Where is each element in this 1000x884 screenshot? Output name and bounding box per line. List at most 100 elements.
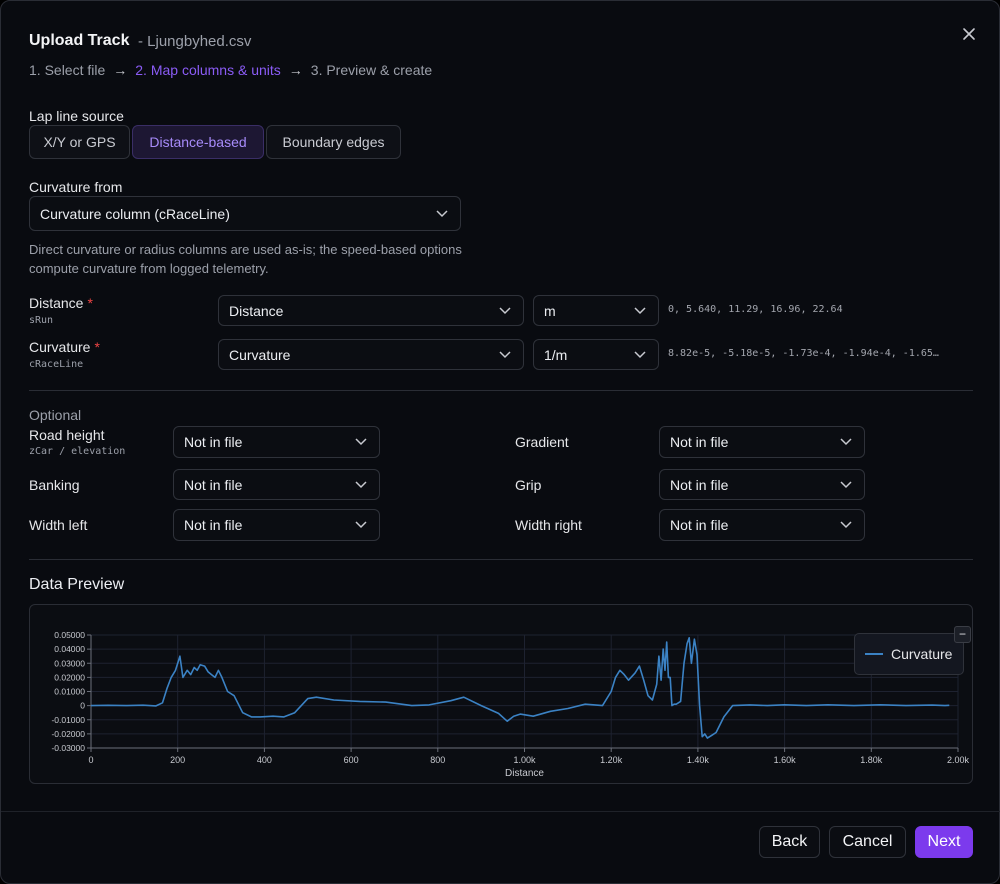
road-height-value: Not in file — [184, 434, 243, 450]
curvature-unit-value: 1/m — [544, 346, 568, 363]
chevron-down-icon — [634, 307, 646, 315]
cancel-button[interactable]: Cancel — [829, 826, 906, 858]
lap-line-option-xy-gps[interactable]: X/Y or GPS — [29, 125, 130, 159]
divider — [29, 559, 973, 560]
y-tick-label: -0.01000 — [51, 715, 85, 725]
y-tick-label: 0.03000 — [54, 658, 85, 668]
y-tick-label: -0.02000 — [51, 729, 85, 739]
file-name: - Ljungbyhed.csv — [138, 33, 252, 50]
banking-value: Not in file — [184, 476, 243, 493]
arrow-right-icon: → — [288, 62, 303, 78]
chevron-down-icon — [840, 481, 852, 489]
y-tick-label: 0.02000 — [54, 672, 85, 682]
close-icon[interactable] — [959, 24, 979, 44]
legend-swatch — [865, 653, 883, 655]
x-tick-label: 800 — [430, 755, 445, 765]
back-button[interactable]: Back — [759, 826, 820, 858]
x-tick-label: 2.00k — [947, 755, 970, 765]
legend-series-name: Curvature — [891, 646, 953, 662]
grip-select[interactable]: Not in file — [659, 469, 865, 500]
chart-legend[interactable]: Curvature — [854, 633, 964, 675]
footer-divider — [1, 811, 1000, 812]
curvature-from-select[interactable]: Curvature column (cRaceLine) — [29, 196, 461, 231]
distance-unit-value: m — [544, 302, 556, 319]
upload-track-dialog: Upload Track - Ljungbyhed.csv 1. Select … — [0, 0, 1000, 884]
lap-line-option-distance[interactable]: Distance-based — [132, 125, 264, 159]
width-right-label: Width right — [515, 517, 582, 533]
curvature-label-text: Curvature — [29, 339, 91, 355]
chevron-down-icon — [436, 210, 448, 218]
width-left-value: Not in file — [184, 517, 243, 533]
x-tick-label: 1.60k — [774, 755, 797, 765]
curvature-source-column: cRaceLine — [29, 359, 84, 370]
series-line-curvature — [90, 636, 950, 739]
step-map-columns: 2. Map columns & units — [135, 62, 281, 78]
divider — [29, 390, 973, 391]
distance-unit-select[interactable]: m — [533, 295, 659, 326]
x-tick-label: 400 — [257, 755, 272, 765]
chevron-down-icon — [840, 521, 852, 529]
distance-label: Distance * — [29, 295, 93, 311]
road-height-select[interactable]: Not in file — [173, 426, 380, 458]
curvature-column-select[interactable]: Curvature — [218, 339, 524, 370]
y-tick-label: 0.05000 — [54, 630, 85, 640]
distance-column-value: Distance — [229, 302, 284, 319]
y-tick-label: 0.04000 — [54, 644, 85, 654]
distance-label-text: Distance — [29, 295, 84, 311]
x-tick-label: 1.00k — [513, 755, 536, 765]
grip-value: Not in file — [670, 476, 729, 493]
width-left-label: Width left — [29, 517, 88, 533]
x-axis-label: Distance — [505, 768, 544, 779]
gradient-select[interactable]: Not in file — [659, 426, 865, 458]
legend-collapse-button[interactable]: − — [954, 626, 971, 643]
arrow-right-icon: → — [113, 62, 128, 78]
chevron-down-icon — [355, 521, 367, 529]
lap-line-option-boundary[interactable]: Boundary edges — [266, 125, 401, 159]
curvature-sample-values: 8.82e-5, -5.18e-5, -1.73e-4, -1.94e-4, -… — [668, 348, 939, 359]
required-marker: * — [87, 295, 93, 311]
x-tick-label: 200 — [170, 755, 185, 765]
lap-line-source-label: Lap line source — [29, 108, 124, 124]
chevron-down-icon — [499, 307, 511, 315]
chevron-down-icon — [840, 438, 852, 446]
y-tick-label: 0.01000 — [54, 687, 85, 697]
width-right-select[interactable]: Not in file — [659, 509, 865, 541]
gradient-value: Not in file — [670, 434, 729, 450]
chevron-down-icon — [634, 351, 646, 359]
road-height-source: zCar / elevation — [29, 446, 126, 457]
banking-label: Banking — [29, 477, 80, 493]
curvature-chart: 0 200 400 600 800 1.00k 1.20k 1.40k 1.60k 1.80k 2.… — [51, 630, 970, 779]
width-right-value: Not in file — [670, 517, 729, 533]
chevron-down-icon — [499, 351, 511, 359]
gradient-label: Gradient — [515, 434, 569, 450]
x-tick-label: 600 — [344, 755, 359, 765]
curvature-label: Curvature * — [29, 339, 100, 355]
x-tick-label: 0 — [88, 755, 93, 765]
curvature-help-text: Direct curvature or radius columns are u… — [29, 242, 462, 276]
optional-heading: Optional — [29, 407, 82, 423]
x-tick-label: 1.20k — [600, 755, 623, 765]
dialog-title: Upload Track — [29, 32, 130, 49]
chevron-down-icon — [355, 481, 367, 489]
required-marker: * — [94, 339, 100, 355]
curvature-from-label: Curvature from — [29, 179, 123, 195]
data-preview-chart-card: 0 200 400 600 800 1.00k 1.20k 1.40k 1.60k 1.80k 2.… — [29, 604, 973, 784]
y-tick-label: 0 — [80, 701, 85, 711]
x-tick-label: 1.40k — [687, 755, 710, 765]
chevron-down-icon — [355, 438, 367, 446]
step-select-file: 1. Select file — [29, 62, 106, 78]
grip-label: Grip — [515, 477, 542, 493]
width-left-select[interactable]: Not in file — [173, 509, 380, 541]
step-preview-create: 3. Preview & create — [310, 62, 433, 78]
y-tick-label: -0.03000 — [51, 743, 85, 753]
curvature-unit-select[interactable]: 1/m — [533, 339, 659, 370]
road-height-label: Road height — [29, 427, 105, 443]
distance-source-column: sRun — [29, 315, 54, 326]
x-tick-label: 1.80k — [860, 755, 883, 765]
curvature-from-value: Curvature column (cRaceLine) — [40, 205, 230, 222]
stepper: 1. Select file → 2. Map columns & units … — [29, 62, 432, 78]
curvature-column-value: Curvature — [229, 346, 291, 363]
banking-select[interactable]: Not in file — [173, 469, 380, 500]
distance-column-select[interactable]: Distance — [218, 295, 524, 326]
next-button[interactable]: Next — [915, 826, 973, 858]
